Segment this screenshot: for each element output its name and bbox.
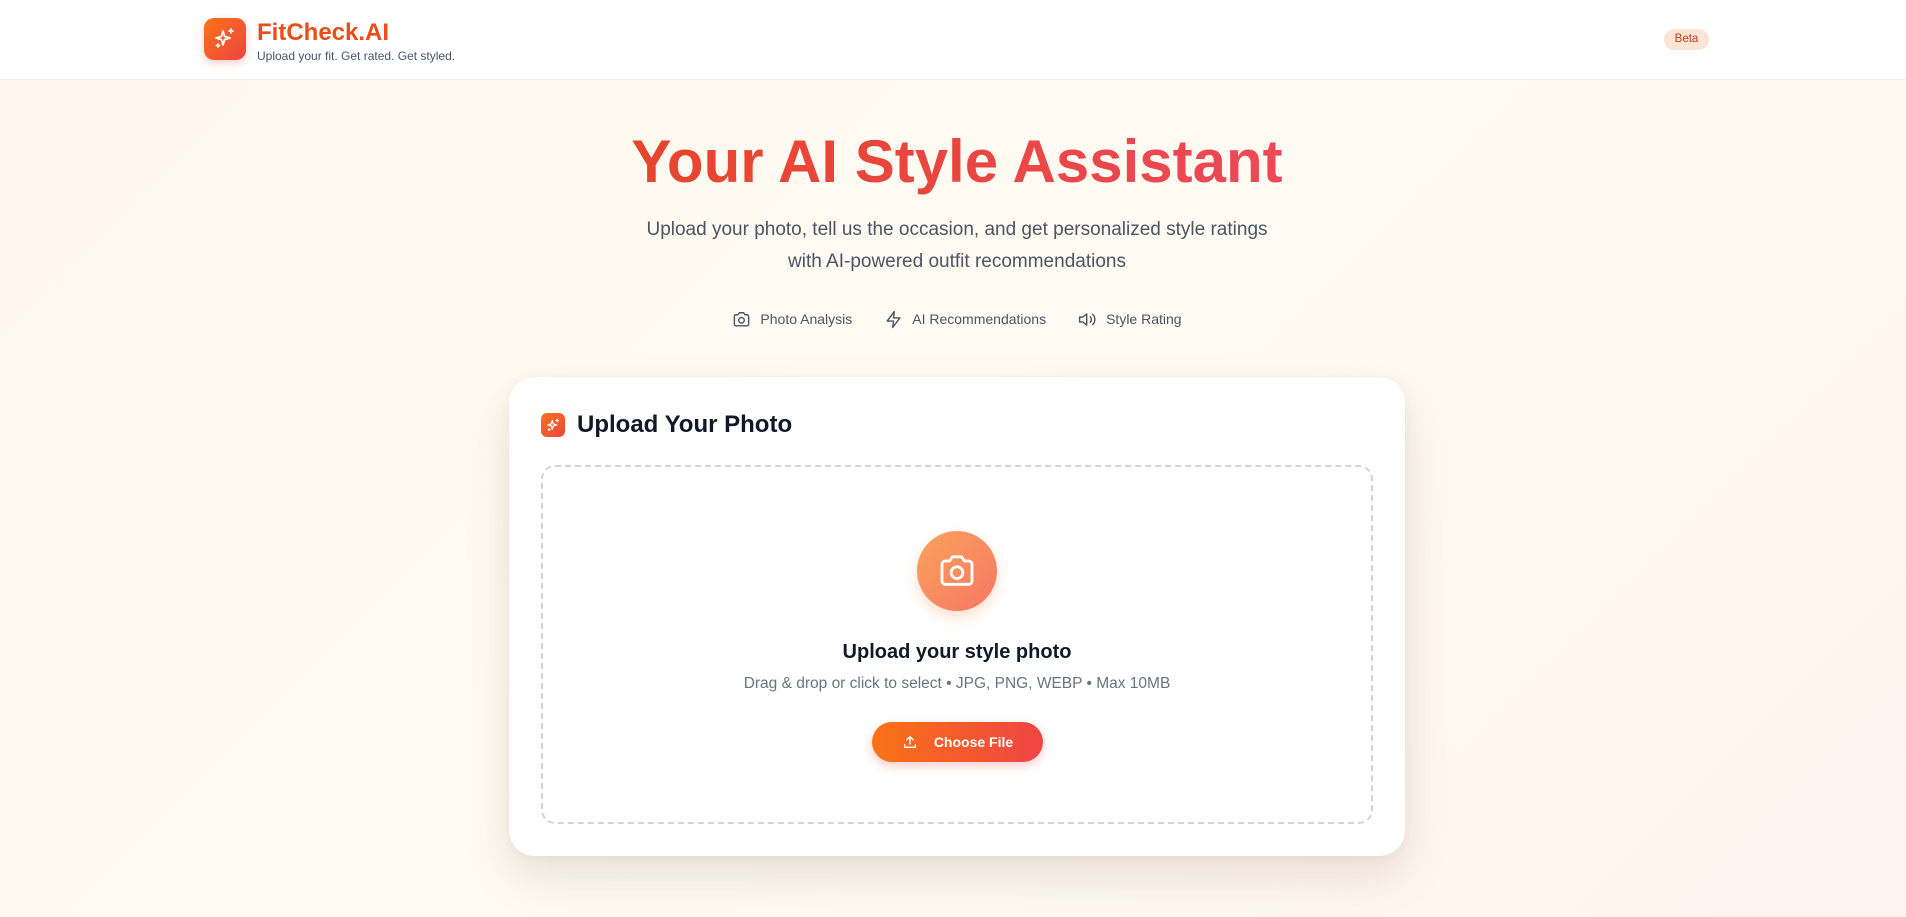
dropzone-title: Upload your style photo <box>842 641 1072 663</box>
photo-dropzone[interactable]: Upload your style photo Drag & drop or c… <box>541 465 1373 824</box>
choose-file-label: Choose File <box>933 734 1014 750</box>
choose-file-button[interactable]: Choose File <box>872 722 1043 762</box>
sparkles-icon <box>215 28 234 48</box>
hero-subtitle-line-2: with AI-powered outfit recommendations <box>788 251 1126 272</box>
upload-icon <box>903 736 916 748</box>
lightning-icon <box>886 310 901 328</box>
hero-subtitle-line-1: Upload your photo, tell us the occasion,… <box>646 219 1268 240</box>
dropzone-camera-badge <box>917 531 997 611</box>
dropzone-hint: Drag & drop or click to select • JPG, PN… <box>743 675 1171 692</box>
card-title: Upload Your Photo <box>577 411 793 438</box>
feature-label: AI Recommendations <box>912 311 1047 327</box>
feature-label: Style Rating <box>1106 311 1182 327</box>
feature-label: Photo Analysis <box>760 311 853 327</box>
card-title-icon <box>541 413 565 437</box>
feature-photo-analysis: Photo Analysis <box>732 308 852 330</box>
volume-icon <box>1078 312 1096 326</box>
camera-icon <box>940 555 974 586</box>
feature-ai-recommendations: AI Recommendations <box>884 308 1046 330</box>
beta-badge: Beta <box>1664 29 1709 50</box>
brand-tagline: Upload your fit. Get rated. Get styled. <box>257 49 456 63</box>
camera-icon <box>734 311 750 327</box>
top-header: FitCheck.AI Upload your fit. Get rated. … <box>0 0 1906 80</box>
hero-title-text: Your AI Style Assistant <box>631 128 1283 195</box>
brand-name[interactable]: FitCheck.AI <box>257 18 389 48</box>
hero-title: Your AI Style Assistant <box>0 126 1906 198</box>
sparkles-icon <box>546 418 559 431</box>
feature-style-rating: Style Rating <box>1078 308 1182 330</box>
upload-card: Upload Your Photo Upload your style phot… <box>509 377 1405 856</box>
logo[interactable] <box>204 18 246 60</box>
feature-list: Photo Analysis AI Recommendations Style … <box>0 308 1906 330</box>
hero-subtitle: Upload your photo, tell us the occasion,… <box>557 214 1357 278</box>
